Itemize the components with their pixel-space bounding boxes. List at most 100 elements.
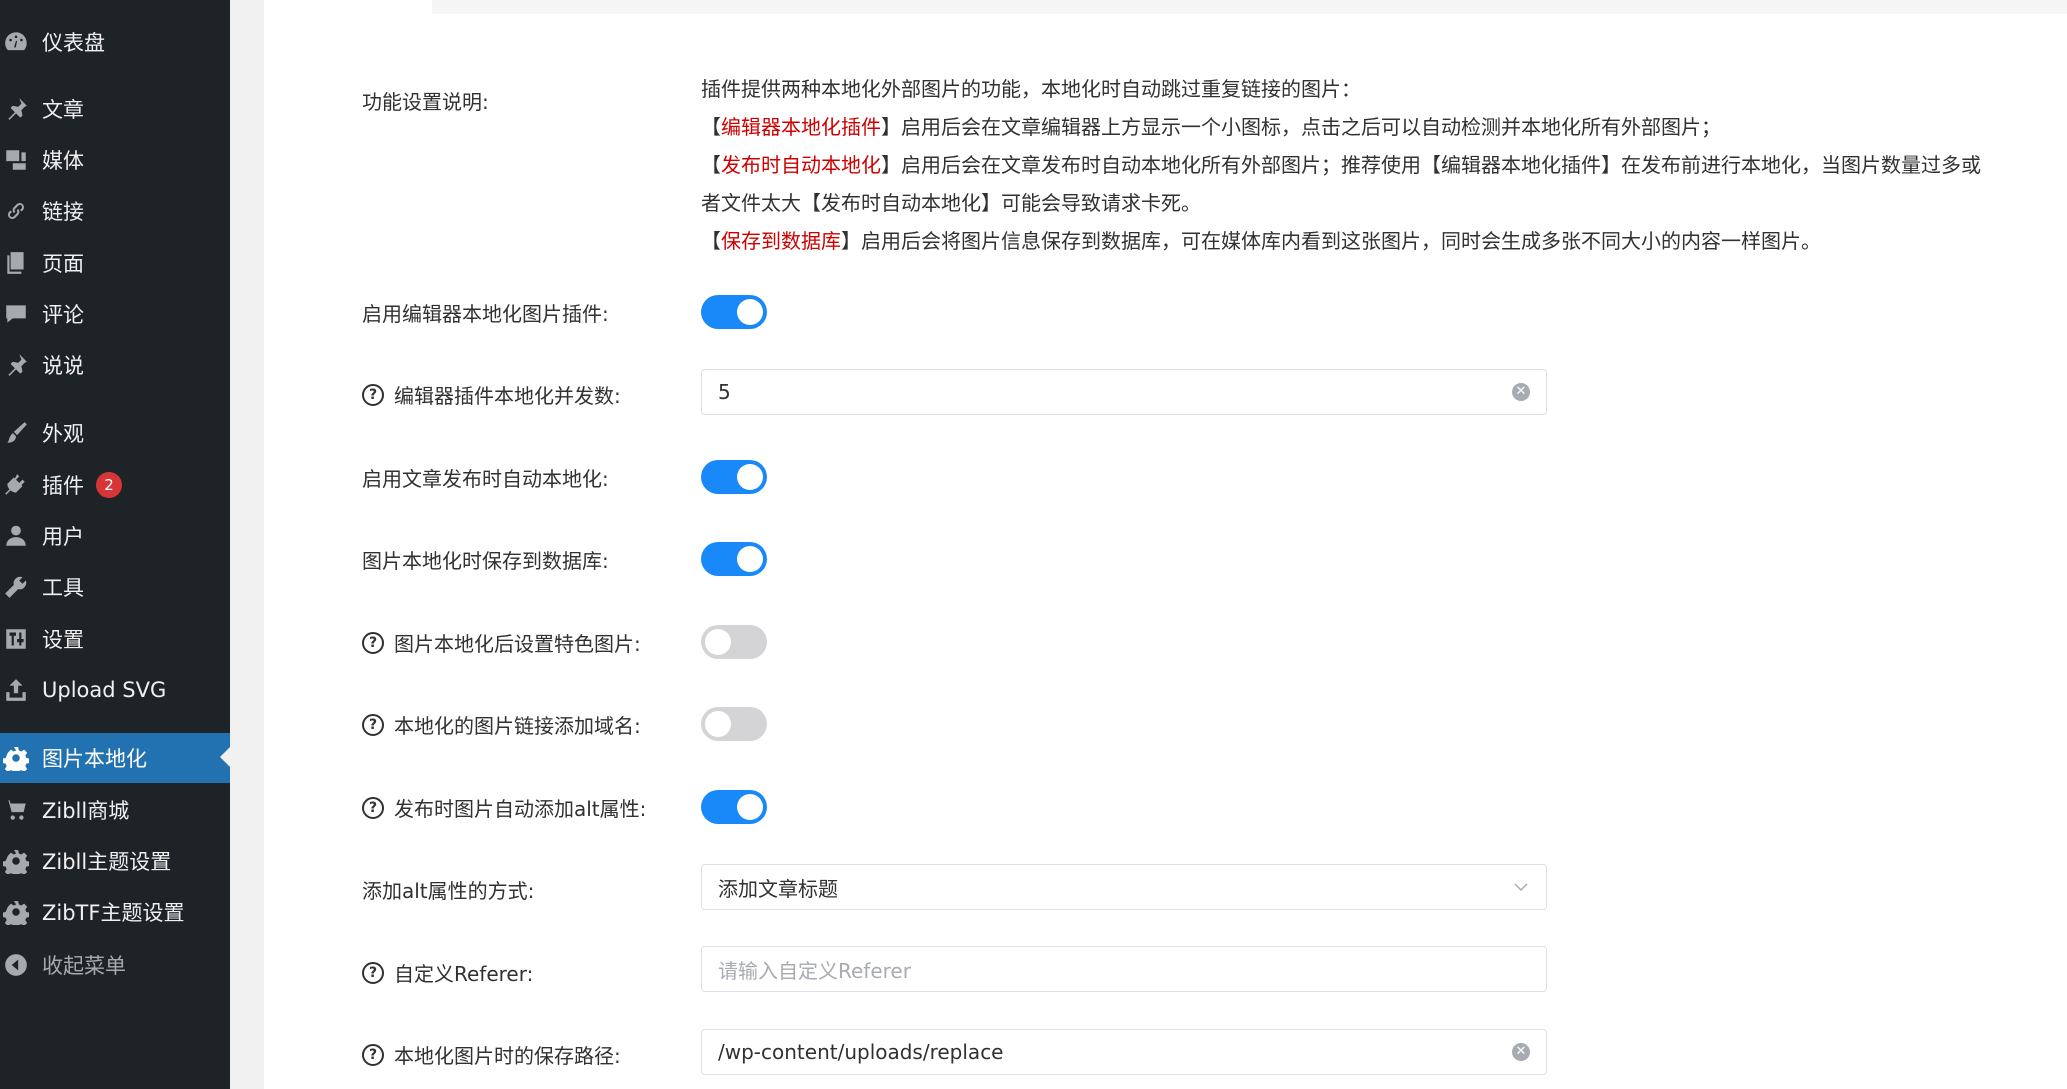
concurrency-input[interactable]: 5 ✕ — [701, 369, 1547, 415]
nav-label: Zibll主题设置 — [42, 850, 172, 874]
highlight-text: 保存到数据库 — [721, 229, 841, 253]
nav-label: 文章 — [42, 98, 84, 122]
input-placeholder: 请输入自定义Referer — [718, 958, 911, 983]
switch-knob — [705, 629, 731, 655]
description-line: 【保存到数据库】启用后会将图片信息保存到数据库，可在媒体库内看到这张图片，同时会… — [701, 229, 1821, 253]
nav-label: 图片本地化 — [42, 747, 147, 771]
nav-pages[interactable]: 页面 — [0, 239, 230, 287]
nav-image-localize[interactable]: 图片本地化 — [0, 733, 230, 783]
switch-knob — [705, 711, 731, 737]
nav-zibtf-theme[interactable]: ZibTF主题设置 — [0, 888, 230, 936]
highlight-text: 编辑器本地化插件 — [721, 115, 881, 139]
save-db-label: 图片本地化时保存到数据库: — [362, 549, 609, 573]
user-icon — [2, 522, 30, 550]
cart-icon — [2, 796, 30, 824]
description-line: 【发布时自动本地化】启用后会在文章发布时自动本地化所有外部图片；推荐使用【编辑器… — [701, 153, 1981, 215]
content-gutter — [230, 0, 264, 1089]
auto-publish-switch[interactable] — [701, 460, 767, 494]
nav-comments[interactable]: 评论 — [0, 290, 230, 338]
admin-sidebar: 仪表盘 文章 媒体 链接 页面 评论 说说 外观 插件 2 用户 工具 设置 U… — [0, 0, 230, 1089]
input-value: 5 — [718, 380, 731, 404]
nav-label: 媒体 — [42, 149, 84, 173]
clear-icon[interactable]: ✕ — [1512, 383, 1530, 401]
alt-mode-label: 添加alt属性的方式: — [362, 879, 535, 903]
nav-zibll-theme[interactable]: Zibll主题设置 — [0, 837, 230, 885]
alt-mode-select[interactable]: 添加文章标题 — [701, 864, 1547, 910]
gear-icon — [2, 898, 30, 926]
switch-knob — [737, 546, 763, 572]
nav-label: 链接 — [42, 200, 84, 224]
pin-icon — [2, 95, 30, 123]
save-path-input[interactable]: /wp-content/uploads/replace ✕ — [701, 1029, 1547, 1075]
nav-label: 仪表盘 — [42, 31, 105, 55]
nav-appearance[interactable]: 外观 — [0, 409, 230, 457]
upload-icon — [2, 676, 30, 704]
gear-icon — [2, 847, 30, 875]
media-icon — [2, 146, 30, 174]
nav-label: 收起菜单 — [42, 954, 126, 978]
editor-plugin-label: 启用编辑器本地化图片插件: — [362, 302, 609, 326]
nav-links[interactable]: 链接 — [0, 187, 230, 235]
nav-moments[interactable]: 说说 — [0, 341, 230, 389]
nav-dashboard[interactable]: 仪表盘 — [0, 18, 230, 66]
nav-media[interactable]: 媒体 — [0, 136, 230, 184]
nav-collapse-menu[interactable]: 收起菜单 — [0, 941, 230, 989]
brush-icon — [2, 419, 30, 447]
settings-panel: 功能设置说明: 插件提供两种本地化外部图片的功能，本地化时自动跳过重复链接的图片… — [264, 0, 2067, 1089]
nav-label: 插件 — [42, 474, 84, 498]
link-icon — [2, 197, 30, 225]
nav-label: 评论 — [42, 303, 84, 327]
panel-top-bar — [432, 0, 2067, 14]
settings-icon — [2, 625, 30, 653]
help-icon[interactable]: ? — [362, 713, 384, 736]
nav-users[interactable]: 用户 — [0, 512, 230, 560]
switch-knob — [737, 794, 763, 820]
nav-plugins[interactable]: 插件 2 — [0, 461, 230, 509]
featured-image-switch[interactable] — [701, 625, 767, 659]
help-icon[interactable]: ? — [362, 631, 384, 654]
referer-label: ? 自定义Referer: — [362, 958, 533, 987]
nav-label: ZibTF主题设置 — [42, 901, 185, 925]
referer-input[interactable]: 请输入自定义Referer — [701, 946, 1547, 992]
clear-icon[interactable]: ✕ — [1512, 1043, 1530, 1061]
concurrency-label: ? 编辑器插件本地化并发数: — [362, 380, 621, 409]
update-count-badge: 2 — [96, 472, 122, 498]
alt-auto-label: ? 发布时图片自动添加alt属性: — [362, 793, 646, 822]
nav-posts[interactable]: 文章 — [0, 85, 230, 133]
add-domain-switch[interactable] — [701, 707, 767, 741]
input-value: /wp-content/uploads/replace — [718, 1040, 1004, 1064]
feature-description: 插件提供两种本地化外部图片的功能，本地化时自动跳过重复链接的图片： 【编辑器本地… — [701, 70, 1991, 260]
nav-label: 用户 — [42, 525, 84, 549]
nav-tools[interactable]: 工具 — [0, 563, 230, 611]
nav-settings[interactable]: 设置 — [0, 615, 230, 663]
auto-publish-label: 启用文章发布时自动本地化: — [362, 467, 609, 491]
add-domain-label: ? 本地化的图片链接添加域名: — [362, 710, 641, 739]
help-icon[interactable]: ? — [362, 1043, 384, 1066]
featured-image-label: ? 图片本地化后设置特色图片: — [362, 628, 641, 657]
help-icon[interactable]: ? — [362, 961, 384, 984]
nav-zibll-shop[interactable]: Zibll商城 — [0, 786, 230, 834]
chevron-down-icon — [1514, 883, 1528, 892]
nav-label: 说说 — [42, 354, 84, 378]
switch-knob — [737, 299, 763, 325]
switch-knob — [737, 464, 763, 490]
nav-upload-svg[interactable]: Upload SVG — [0, 666, 230, 714]
editor-plugin-switch[interactable] — [701, 295, 767, 329]
save-db-switch[interactable] — [701, 542, 767, 576]
alt-auto-switch[interactable] — [701, 790, 767, 824]
nav-label: 工具 — [42, 576, 84, 600]
comment-icon — [2, 300, 30, 328]
highlight-text: 发布时自动本地化 — [721, 153, 881, 177]
pin-icon — [2, 351, 30, 379]
plugin-icon — [2, 471, 30, 499]
nav-label: 外观 — [42, 422, 84, 446]
gear-icon — [2, 744, 30, 772]
nav-label: 设置 — [42, 628, 84, 652]
wrench-icon — [2, 573, 30, 601]
help-icon[interactable]: ? — [362, 383, 384, 406]
save-path-label: ? 本地化图片时的保存路径: — [362, 1040, 621, 1069]
help-icon[interactable]: ? — [362, 796, 384, 819]
description-label: 功能设置说明: — [362, 90, 489, 114]
select-value: 添加文章标题 — [718, 876, 838, 901]
collapse-icon — [2, 951, 30, 979]
